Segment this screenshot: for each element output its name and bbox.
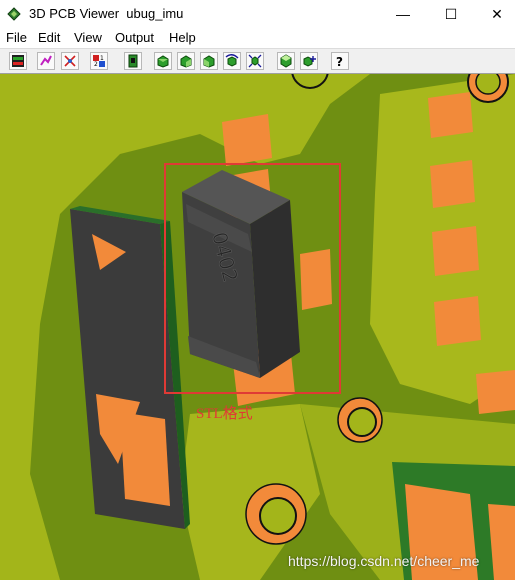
close-button[interactable]: ✕: [474, 0, 515, 28]
title-bar: 3D PCB Viewer ubug_imu — ☐ ✕: [0, 0, 515, 28]
move-icon[interactable]: [300, 52, 318, 70]
pad: [476, 370, 515, 414]
pad: [120, 412, 170, 506]
view-top-icon[interactable]: [277, 52, 295, 70]
layers-icon[interactable]: [9, 52, 27, 70]
pad: [432, 226, 479, 276]
menu-output[interactable]: Output: [115, 30, 154, 45]
maximize-button[interactable]: ☐: [428, 0, 474, 28]
pad: [430, 160, 475, 208]
via-hole: [259, 497, 297, 535]
view-side-icon[interactable]: [177, 52, 195, 70]
route-icon[interactable]: [37, 52, 55, 70]
via-hole: [347, 407, 377, 437]
rotate-icon[interactable]: [223, 52, 241, 70]
view-back-icon[interactable]: [200, 52, 218, 70]
window-title: 3D PCB Viewer ubug_imu: [29, 6, 184, 21]
menu-help[interactable]: Help: [169, 30, 196, 45]
net-icon[interactable]: [61, 52, 79, 70]
pad: [434, 296, 481, 346]
pad: [428, 92, 473, 138]
menu-bar: File Edit View Output Help: [0, 28, 515, 48]
minimize-button[interactable]: —: [380, 0, 426, 28]
menu-edit[interactable]: Edit: [38, 30, 60, 45]
toolbar: 12 ?: [0, 48, 515, 74]
component-icon[interactable]: [124, 52, 142, 70]
numbers-icon[interactable]: 12: [90, 52, 108, 70]
svg-text:?: ?: [336, 55, 343, 68]
view-front-icon[interactable]: [154, 52, 172, 70]
help-icon[interactable]: ?: [331, 52, 349, 70]
pad: [300, 249, 332, 310]
resistor-0402-model: 0402: [182, 170, 300, 378]
app-icon: [7, 7, 21, 21]
annotation-label: STL格式: [196, 406, 253, 422]
pcb-scene: 0402: [0, 74, 515, 580]
menu-file[interactable]: File: [6, 30, 27, 45]
watermark: https://blog.csdn.net/cheer_me: [288, 553, 480, 569]
pcb-3d-viewport[interactable]: 0402 STL格式: [0, 74, 515, 580]
via-hole: [475, 74, 501, 95]
menu-view[interactable]: View: [74, 30, 102, 45]
fit-icon[interactable]: [246, 52, 264, 70]
pad: [222, 114, 272, 166]
svg-text:1: 1: [100, 55, 104, 62]
svg-text:2: 2: [94, 61, 98, 68]
